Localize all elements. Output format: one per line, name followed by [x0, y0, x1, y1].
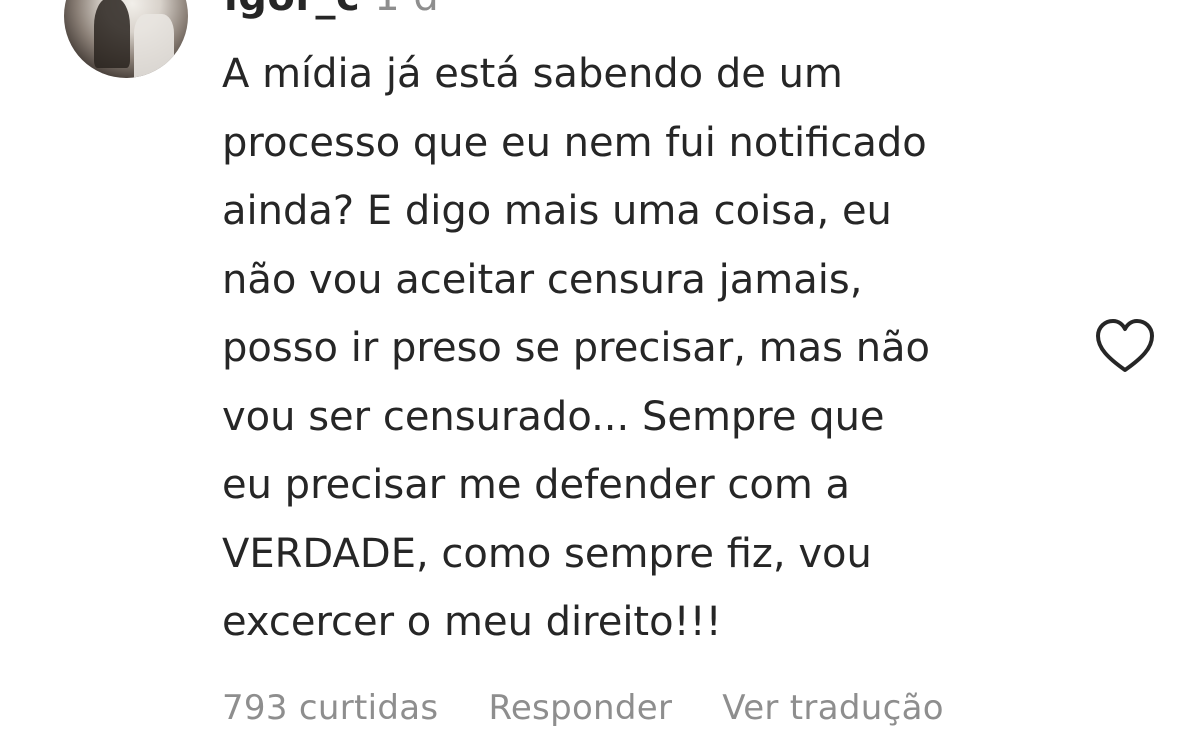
heart-outline-icon — [1096, 319, 1154, 372]
comment-actions: 793 curtidas Responder Ver tradução — [222, 688, 944, 728]
comment-line: A mídia já está sabendo de um — [222, 51, 843, 97]
translate-button[interactable]: Ver tradução — [722, 688, 944, 728]
comment-line: excercer o meu direito!!! — [222, 599, 722, 645]
reply-button[interactable]: Responder — [488, 688, 672, 728]
avatar[interactable] — [64, 0, 188, 78]
comment-line: não vou aceitar censura jamais, — [222, 256, 863, 303]
comment-line: VERDADE, como sempre fiz, vou — [222, 530, 872, 577]
comment: igor_c 1 d A mídia já está sabendo de um … — [0, 0, 1200, 750]
comment-line: eu precisar me defender com a — [222, 462, 851, 508]
comment-header: igor_c 1 d — [224, 0, 439, 20]
comment-time: 1 d — [374, 0, 439, 20]
username[interactable]: igor_c — [224, 0, 360, 20]
avatar-figure-light — [134, 14, 174, 78]
likes-count[interactable]: 793 curtidas — [222, 688, 438, 728]
avatar-figure — [94, 0, 130, 68]
comment-line: processo que eu nem fui notificado — [222, 119, 927, 166]
like-button[interactable] — [1094, 318, 1156, 374]
comment-text: A mídia já está sabendo de um processo q… — [222, 40, 1082, 657]
comment-line: ainda? E digo mais uma coisa, eu — [222, 188, 892, 234]
comment-line: posso ir preso se precisar, mas não — [222, 325, 931, 371]
comment-line: vou ser censurado... Sempre que — [222, 393, 885, 440]
